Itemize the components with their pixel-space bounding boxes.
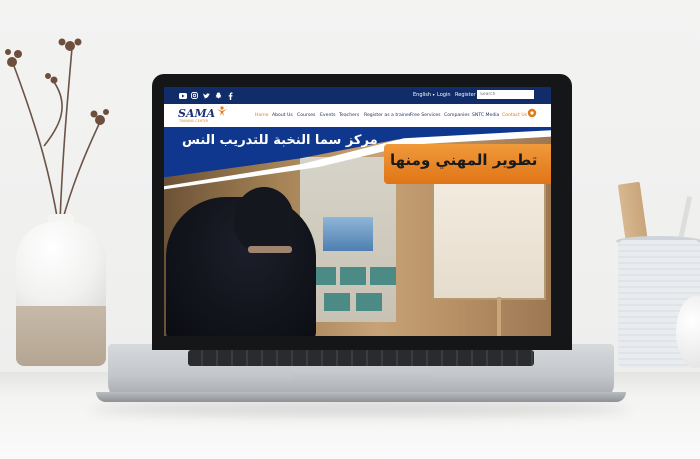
poster-tile — [356, 293, 382, 311]
laptop-keyboard — [188, 350, 534, 366]
top-bar: English ▾ Login Register — [164, 87, 551, 104]
laptop-base-lip — [96, 392, 626, 402]
logo-figure-icon — [217, 106, 227, 116]
cart-icon[interactable] — [527, 108, 538, 119]
youtube-icon[interactable] — [178, 91, 187, 100]
flipchart-leg — [497, 297, 501, 336]
hero-flipchart — [432, 172, 546, 300]
hero-poster-image — [323, 217, 373, 251]
nav-free-services[interactable]: Free Services — [410, 112, 441, 119]
nav-teachers[interactable]: Teachers — [339, 112, 359, 119]
chevron-down-icon: ▾ — [432, 92, 435, 97]
login-link[interactable]: Login — [437, 90, 451, 100]
poster-tile — [340, 267, 366, 285]
search-input[interactable] — [477, 90, 534, 99]
poster-tile — [324, 293, 350, 311]
language-label: English — [413, 92, 432, 98]
hero-headline-primary: مركز سما النخبة للتدريب النس — [182, 133, 378, 148]
facebook-icon[interactable] — [226, 91, 235, 100]
nav-register-trainer[interactable]: Register as a trainer — [364, 112, 411, 119]
dried-branches — [5, 38, 109, 223]
nav-home[interactable]: Home — [255, 112, 269, 119]
poster-tile — [370, 267, 396, 285]
nav-events[interactable]: Events — [320, 112, 336, 119]
hero-banner: مركز سما النخبة للتدريب النس تطوير المهن… — [164, 127, 551, 336]
hero-person-head — [234, 187, 294, 253]
vase — [16, 222, 106, 310]
nav-sntc-media[interactable]: SNTC Media — [472, 112, 499, 119]
logo-subtext: TRAINING CENTER — [179, 119, 209, 123]
laptop-screen: English ▾ Login Register SAMA TRAINING C… — [164, 87, 551, 336]
register-link[interactable]: Register — [455, 90, 476, 100]
main-navbar: SAMA TRAINING CENTER Home About Us Cours… — [164, 104, 551, 127]
hero-headline-secondary: تطوير المهني ومنها — [390, 151, 538, 169]
nav-about-us[interactable]: About Us — [272, 112, 293, 119]
language-selector[interactable]: English ▾ — [413, 90, 435, 100]
nav-contact-us[interactable]: Contact Us — [502, 112, 527, 119]
laptop-shadow — [90, 402, 630, 416]
laptop-trackpad — [292, 370, 432, 384]
twitter-icon[interactable] — [202, 91, 211, 100]
instagram-icon[interactable] — [190, 91, 199, 100]
hero-person-face — [248, 246, 292, 253]
nav-companies[interactable]: Companies — [444, 112, 470, 119]
sama-logo[interactable]: SAMA TRAINING CENTER — [178, 106, 234, 125]
nav-courses[interactable]: Courses — [297, 112, 315, 119]
vase-base — [16, 306, 106, 366]
snapchat-icon[interactable] — [214, 91, 223, 100]
